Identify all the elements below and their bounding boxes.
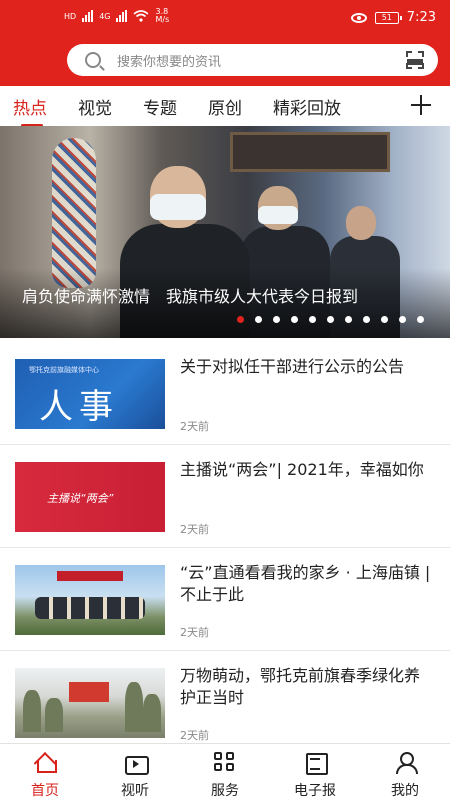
status-right: 51 7:23 <box>350 10 436 25</box>
thumb-headline: 人事 <box>39 387 119 427</box>
thumb-org-label: 鄂托克前旗融媒体中心 <box>29 366 99 374</box>
carousel-dot[interactable] <box>417 316 424 323</box>
nav-services[interactable]: 服务 <box>180 748 270 800</box>
nav-profile-label: 我的 <box>391 783 419 799</box>
carousel-dot[interactable] <box>273 316 280 323</box>
nav-epaper[interactable]: 电子报 <box>270 748 360 800</box>
category-tabs: 热点 视觉 专题 原创 精彩回放 <box>0 86 450 127</box>
eye-icon <box>350 12 367 23</box>
network-4g-label: 4G <box>99 11 111 21</box>
nav-video-label: 视听 <box>121 783 149 799</box>
clock: 7:23 <box>406 10 436 25</box>
signal-1-icon <box>82 10 94 22</box>
battery-level: 51 <box>381 12 392 22</box>
tab-topics[interactable]: 专题 <box>143 94 177 119</box>
news-title: 万物萌动，鄂托克前旗春季绿化养护正当时 <box>180 666 421 707</box>
news-thumbnail <box>15 565 165 635</box>
banner-security-gate <box>230 132 390 172</box>
grid-icon <box>214 752 236 772</box>
banner-caption: 肩负使命满怀激情 我旗市级人大代表今日报到 <box>22 287 359 306</box>
tab-visual[interactable]: 视觉 <box>78 94 112 119</box>
tab-replay[interactable]: 精彩回放 <box>273 94 341 119</box>
wifi-icon <box>133 10 150 22</box>
carousel-dot[interactable] <box>309 316 316 323</box>
tab-original[interactable]: 原创 <box>208 94 242 119</box>
search-icon <box>85 52 101 68</box>
news-time: 2天前 <box>180 523 209 536</box>
newspaper-icon <box>304 752 328 775</box>
thumb-headline: 主播说“两会” <box>47 492 114 505</box>
news-title: 主播说“两会”| 2021年，幸福如你 <box>180 460 424 479</box>
scan-icon[interactable] <box>406 51 424 69</box>
carousel-dot[interactable] <box>327 316 334 323</box>
banner-carousel[interactable]: 肩负使命满怀激情 我旗市级人大代表今日报到 <box>0 126 450 338</box>
battery-icon: 51 <box>374 11 402 24</box>
news-item[interactable]: “云”直通看看我的家乡 · 上海庙镇 | 不止于此 2天前 <box>0 548 450 651</box>
search-placeholder: 搜索你想要的资讯 <box>117 54 222 70</box>
nav-video[interactable]: 视听 <box>90 748 180 800</box>
network-indicators: HD 4G 3.8 M/s <box>64 8 169 24</box>
carousel-dot[interactable] <box>399 316 406 323</box>
news-title: 关于对拟任干部进行公示的公告 <box>180 357 405 376</box>
nav-home-label: 首页 <box>31 783 59 799</box>
nav-epaper-label: 电子报 <box>294 783 336 799</box>
carousel-dot[interactable] <box>381 316 388 323</box>
signal-2-icon <box>116 10 128 22</box>
carousel-dot[interactable] <box>255 316 262 323</box>
news-time: 2天前 <box>180 626 209 639</box>
news-time: 2天前 <box>180 420 209 433</box>
add-tab-icon[interactable] <box>410 94 432 116</box>
nav-home[interactable]: 首页 <box>0 748 90 800</box>
news-item[interactable]: 鄂托克前旗融媒体中心 人事 关于对拟任干部进行公示的公告 2天前 <box>0 342 450 445</box>
carousel-dot[interactable] <box>363 316 370 323</box>
app-header: HD 4G 3.8 M/s 51 7:23 搜索你想要的资讯 <box>0 0 450 86</box>
home-icon <box>34 752 57 773</box>
carousel-dot[interactable] <box>345 316 352 323</box>
user-icon <box>394 752 418 774</box>
carousel-dot[interactable] <box>237 316 244 323</box>
news-item[interactable]: 主播说“两会” 主播说“两会”| 2021年，幸福如你 2天前 <box>0 445 450 548</box>
status-bar: HD 4G 3.8 M/s 51 7:23 <box>0 0 450 40</box>
carousel-dot[interactable] <box>291 316 298 323</box>
network-type-label: HD <box>64 11 77 21</box>
tab-hot[interactable]: 热点 <box>13 94 47 127</box>
nav-profile[interactable]: 我的 <box>360 748 450 800</box>
news-thumbnail: 鄂托克前旗融媒体中心 人事 <box>15 359 165 429</box>
search-bar[interactable]: 搜索你想要的资讯 <box>67 44 438 76</box>
news-thumbnail <box>15 668 165 738</box>
net-speed: 3.8 M/s <box>155 7 170 24</box>
bottom-nav: 首页 视听 服务 电子报 我的 <box>0 743 450 800</box>
video-icon <box>124 752 149 775</box>
nav-services-label: 服务 <box>211 783 239 799</box>
banner-vase <box>52 138 96 288</box>
news-item[interactable]: 万物萌动，鄂托克前旗春季绿化养护正当时 2天前 <box>0 651 450 754</box>
news-thumbnail: 主播说“两会” <box>15 462 165 532</box>
carousel-indicator <box>237 316 424 323</box>
news-title: “云”直通看看我的家乡 · 上海庙镇 | 不止于此 <box>180 563 431 604</box>
news-time: 2天前 <box>180 729 209 742</box>
